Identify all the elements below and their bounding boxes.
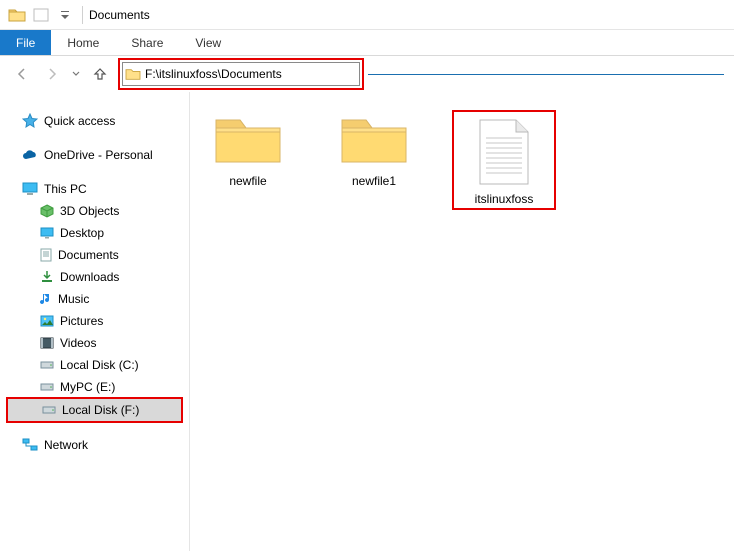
drive-icon bbox=[42, 405, 56, 415]
tree-downloads[interactable]: Downloads bbox=[0, 266, 189, 288]
file-label: newfile bbox=[229, 174, 266, 188]
tree-videos[interactable]: Videos bbox=[0, 332, 189, 354]
tree-3d-objects[interactable]: 3D Objects bbox=[0, 200, 189, 222]
tree-pictures[interactable]: Pictures bbox=[0, 310, 189, 332]
music-icon bbox=[40, 292, 52, 306]
tree-label: 3D Objects bbox=[60, 204, 119, 218]
tree-label: Network bbox=[44, 438, 88, 452]
tree-label: Videos bbox=[60, 336, 96, 350]
tree-local-disk-f-highlight: Local Disk (F:) bbox=[6, 397, 183, 423]
tree-label: Pictures bbox=[60, 314, 103, 328]
main: Quick access OneDrive - Personal This PC… bbox=[0, 92, 734, 551]
tree-local-disk-c[interactable]: Local Disk (C:) bbox=[0, 354, 189, 376]
download-icon bbox=[40, 270, 54, 284]
file-item-folder[interactable]: newfile bbox=[200, 110, 296, 188]
pc-icon bbox=[22, 182, 38, 196]
nav-up-button[interactable] bbox=[88, 62, 112, 86]
address-folder-icon bbox=[123, 67, 143, 81]
address-input[interactable] bbox=[143, 67, 359, 81]
ribbon: File Home Share View bbox=[0, 30, 734, 56]
file-label: newfile1 bbox=[352, 174, 396, 188]
tree-music[interactable]: Music bbox=[0, 288, 189, 310]
titlebar-separator bbox=[82, 6, 83, 24]
nav-forward-button[interactable] bbox=[40, 62, 64, 86]
tree-this-pc[interactable]: This PC bbox=[0, 178, 189, 200]
titlebar: Documents bbox=[0, 0, 734, 30]
nav-recent-dropdown[interactable] bbox=[70, 62, 82, 86]
videos-icon bbox=[40, 337, 54, 349]
tree-local-disk-f[interactable]: Local Disk (F:) bbox=[8, 399, 181, 421]
pictures-icon bbox=[40, 315, 54, 327]
navbar bbox=[0, 56, 734, 92]
cloud-icon bbox=[22, 149, 38, 161]
network-icon bbox=[22, 438, 38, 452]
tree-label: OneDrive - Personal bbox=[44, 148, 153, 162]
address-highlight bbox=[118, 58, 364, 90]
text-file-icon bbox=[476, 118, 532, 186]
tree-label: Downloads bbox=[60, 270, 119, 284]
tree-label: Music bbox=[58, 292, 89, 306]
tree-label: Local Disk (F:) bbox=[62, 403, 139, 417]
tab-share[interactable]: Share bbox=[115, 30, 179, 55]
tree-label: Quick access bbox=[44, 114, 115, 128]
tree-label: This PC bbox=[44, 182, 87, 196]
tab-file[interactable]: File bbox=[0, 30, 51, 55]
nav-tree: Quick access OneDrive - Personal This PC… bbox=[0, 92, 190, 551]
nav-back-button[interactable] bbox=[10, 62, 34, 86]
tree-documents[interactable]: Documents bbox=[0, 244, 189, 266]
star-icon bbox=[22, 113, 38, 129]
documents-icon bbox=[40, 248, 52, 262]
tree-label: MyPC (E:) bbox=[60, 380, 115, 394]
folder-icon bbox=[338, 110, 410, 168]
drive-icon bbox=[40, 360, 54, 370]
qat-placeholder-icon bbox=[30, 4, 52, 26]
tree-quick-access[interactable]: Quick access bbox=[0, 110, 189, 132]
file-list: newfile newfile1 bbox=[190, 92, 734, 551]
desktop-icon bbox=[40, 227, 54, 239]
window-title: Documents bbox=[89, 8, 150, 22]
file-item-text[interactable]: itslinuxfoss bbox=[456, 118, 552, 206]
folder-icon bbox=[212, 110, 284, 168]
tree-label: Documents bbox=[58, 248, 119, 262]
address-wrap bbox=[118, 58, 724, 90]
tab-view[interactable]: View bbox=[179, 30, 237, 55]
tree-label: Desktop bbox=[60, 226, 104, 240]
drive-icon bbox=[40, 382, 54, 392]
app-folder-icon bbox=[6, 4, 28, 26]
tree-desktop[interactable]: Desktop bbox=[0, 222, 189, 244]
tree-label: Local Disk (C:) bbox=[60, 358, 139, 372]
tree-network[interactable]: Network bbox=[0, 434, 189, 456]
cube-icon bbox=[40, 204, 54, 218]
file-label: itslinuxfoss bbox=[475, 192, 534, 206]
tab-home[interactable]: Home bbox=[51, 30, 115, 55]
file-item-highlight: itslinuxfoss bbox=[452, 110, 556, 210]
file-item-folder[interactable]: newfile1 bbox=[326, 110, 422, 188]
qat-dropdown-icon[interactable] bbox=[54, 4, 76, 26]
tree-mypc-e[interactable]: MyPC (E:) bbox=[0, 376, 189, 398]
tree-onedrive[interactable]: OneDrive - Personal bbox=[0, 144, 189, 166]
address-underline bbox=[368, 74, 724, 75]
address-bar[interactable] bbox=[122, 62, 360, 86]
